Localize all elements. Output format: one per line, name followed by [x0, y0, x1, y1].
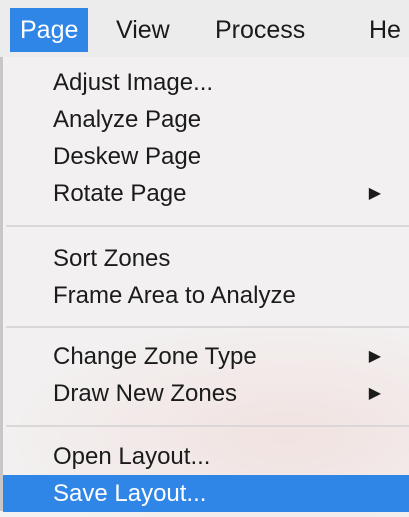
menu-item-label: Save Layout... [53, 480, 207, 507]
menu-item-deskew-page[interactable]: Deskew Page [3, 138, 409, 175]
menu-item-label: Sort Zones [53, 245, 171, 272]
menu-item-label: Deskew Page [53, 143, 202, 170]
menu-item-frame-area[interactable]: Frame Area to Analyze [3, 277, 409, 314]
menu-item-sort-zones[interactable]: Sort Zones [3, 240, 409, 277]
menu-item-label: Draw New Zones [53, 380, 238, 407]
menu-separator [6, 326, 409, 328]
menubar-view[interactable]: View [106, 8, 180, 52]
menu-item-open-layout[interactable]: Open Layout... [3, 438, 409, 475]
submenu-arrow-icon: ▶ [368, 185, 381, 202]
menubar-help[interactable]: He [359, 8, 409, 52]
menu-item-label: Frame Area to Analyze [53, 282, 296, 309]
menu-item-label: Analyze Page [53, 106, 202, 133]
menu-item-label: Adjust Image... [53, 69, 214, 96]
menubar-process[interactable]: Process [205, 8, 315, 52]
menu-item-label: Rotate Page [53, 180, 187, 207]
menu-item-save-layout[interactable]: Save Layout... [3, 475, 409, 512]
submenu-arrow-icon: ▶ [368, 385, 381, 402]
page-dropdown-menu: Adjust Image... Analyze Page Deskew Page… [0, 57, 409, 517]
menu-item-rotate-page[interactable]: Rotate Page ▶ [3, 175, 409, 212]
menu-item-draw-new-zones[interactable]: Draw New Zones ▶ [3, 375, 409, 412]
menu-separator [6, 225, 409, 227]
menu-item-analyze-page[interactable]: Analyze Page [3, 101, 409, 138]
menu-item-change-zone-type[interactable]: Change Zone Type ▶ [3, 338, 409, 375]
submenu-arrow-icon: ▶ [368, 348, 381, 365]
menu-item-label: Open Layout... [53, 443, 211, 470]
menu-separator [6, 425, 409, 427]
menu-item-label: Change Zone Type [53, 343, 257, 370]
menubar-page[interactable]: Page [10, 8, 89, 52]
menu-item-adjust-image[interactable]: Adjust Image... [3, 64, 409, 101]
menu-bar: Page View Process He [0, 0, 409, 63]
